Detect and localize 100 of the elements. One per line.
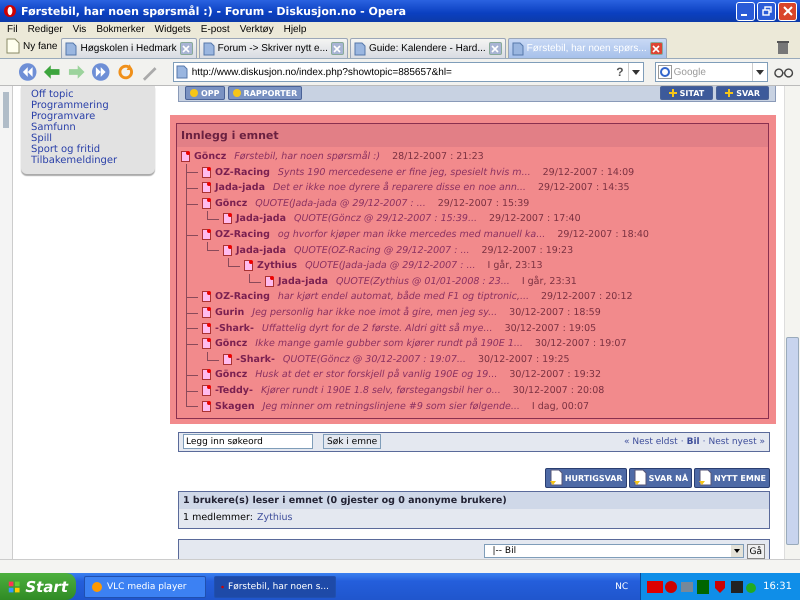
menu-item[interactable]: Fil: [2, 24, 23, 34]
post-action-button[interactable]: SVAR: [716, 86, 769, 100]
post-excerpt[interactable]: Jeg minner om retningslinjene #9 som sier følgende...: [262, 400, 520, 412]
post-action-button[interactable]: RAPPORTER: [228, 86, 302, 100]
post-excerpt[interactable]: QUOTE(Jada-jada @ 29/12-2007 : ...: [305, 260, 476, 272]
post-excerpt[interactable]: Jeg personlig har ikke noe imot å gire, men jeg sy...: [252, 307, 498, 318]
post-author[interactable]: Göncz: [215, 338, 248, 350]
panel-heading: Innlegg i emnet: [177, 124, 768, 147]
back-icon[interactable]: [42, 62, 62, 82]
menu-item[interactable]: Hjelp: [278, 24, 312, 34]
menu-item[interactable]: Verktøy: [234, 24, 279, 34]
rewind-icon[interactable]: [18, 62, 38, 82]
browser-tab[interactable]: Høgskolen i Hedmark: [61, 38, 197, 58]
new-tab-button[interactable]: Ny fane: [4, 37, 60, 58]
post-action-button[interactable]: OPP: [185, 86, 225, 100]
sidebar-link[interactable]: Samfunn: [31, 122, 155, 133]
post-action-button[interactable]: SITAT: [660, 86, 714, 100]
go-button[interactable]: Gå: [746, 544, 765, 559]
post-excerpt[interactable]: og hvorfor kjøper man ikke mercedes med manuell ka...: [278, 229, 546, 240]
post-excerpt[interactable]: Kjører rundt i 190E 1.8 selv, førstegangsbil her o...: [260, 385, 501, 396]
restore-button[interactable]: [757, 2, 776, 20]
post-excerpt[interactable]: Synts 190 mercedesene er fine jeg, spesielt hvis m...: [278, 166, 531, 178]
topic-nav-link[interactable]: Bil: [686, 436, 700, 447]
sidebar-link[interactable]: Sport og fritid: [31, 144, 155, 155]
post-excerpt[interactable]: Ikke mange gamle gubber som kjører rundt på 190E 1...: [255, 338, 523, 350]
close-tab-button[interactable]: [330, 42, 344, 55]
dropdown-icon[interactable]: [752, 63, 767, 81]
start-button[interactable]: Start: [0, 573, 76, 600]
menu-item[interactable]: Rediger: [22, 24, 68, 34]
sidebar-link[interactable]: Tilbakemeldinger: [31, 155, 155, 166]
menu-item[interactable]: Widgets: [150, 24, 196, 34]
taskbar-button[interactable]: VLC media player: [84, 576, 206, 598]
minimize-button[interactable]: [736, 2, 755, 20]
browser-tab[interactable]: Forum -> Skriver nytt e...: [198, 38, 348, 58]
post-author[interactable]: -Shark-: [236, 354, 275, 365]
sidebar-link[interactable]: Off topic: [31, 89, 155, 100]
post-author[interactable]: Gurin: [215, 307, 244, 318]
minimize-icon: [741, 14, 747, 16]
post-author[interactable]: -Shark-: [215, 322, 254, 334]
post-author[interactable]: Jada-jada: [236, 213, 286, 224]
post-date: I dag, 00:07: [532, 400, 590, 412]
tree-line: [249, 274, 261, 283]
search-input[interactable]: Legg inn søkeord: [183, 434, 313, 450]
post-author[interactable]: Göncz: [215, 198, 248, 209]
post-author[interactable]: Zythius: [257, 260, 298, 272]
search-box[interactable]: Google: [654, 62, 768, 82]
address-field[interactable]: http://www.diskusjon.no/index.php?showtopic=885657&hl= ?: [172, 62, 644, 82]
post-author[interactable]: Göncz: [215, 369, 248, 380]
topic-nav-link[interactable]: « Nest eldst: [624, 436, 678, 447]
dropdown-icon[interactable]: [628, 63, 643, 81]
fast-forward-icon[interactable]: [91, 62, 111, 82]
member-link[interactable]: Zythius: [256, 512, 292, 523]
reload-icon[interactable]: [116, 62, 136, 82]
menu-item[interactable]: E-post: [196, 24, 235, 34]
close-tab-button[interactable]: [650, 42, 663, 55]
sidebar-link[interactable]: Spill: [31, 133, 155, 144]
post-author[interactable]: Jada-jada: [215, 182, 265, 194]
post-excerpt[interactable]: Det er ikke noe dyrere å reparere disse en noe ann...: [272, 182, 526, 194]
post-author[interactable]: Jada-jada: [278, 276, 328, 287]
reply-button[interactable]: HURTIGSVAR: [544, 468, 627, 488]
post-author[interactable]: Jada-jada: [236, 244, 286, 256]
post-author[interactable]: Skagen: [215, 400, 255, 412]
post-excerpt[interactable]: Uffattelig dyrt for de 2 første. Aldri gitt så mye...: [262, 322, 493, 334]
post-author[interactable]: Göncz: [194, 151, 226, 162]
topic-nav-link[interactable]: Nest nyest »: [708, 436, 765, 447]
post-excerpt[interactable]: har kjørt endel automat, både med F1 og tiptronic,...: [278, 291, 529, 302]
trash-icon[interactable]: [776, 39, 790, 55]
post-excerpt[interactable]: QUOTE(Zythius @ 01/01-2008 : 23...: [336, 276, 510, 287]
post-date: 28/12-2007 : 21:23: [392, 151, 484, 162]
close-button[interactable]: [778, 2, 797, 20]
close-tab-button[interactable]: [180, 42, 193, 55]
panel-scrollbar[interactable]: [3, 92, 9, 128]
taskbar-button[interactable]: Førstebil, har noen s...: [214, 576, 336, 598]
forum-select[interactable]: |-- Bil: [484, 544, 744, 558]
menu-item[interactable]: Bokmerker: [91, 24, 150, 34]
post-excerpt[interactable]: QUOTE(Göncz @ 29/12-2007 : 15:39...: [294, 213, 478, 224]
post-excerpt[interactable]: QUOTE(Jada-jada @ 29/12-2007 : ...: [255, 198, 426, 209]
menu-item[interactable]: Vis: [68, 24, 92, 34]
reply-button[interactable]: NYTT EMNE: [694, 468, 770, 488]
post-author[interactable]: OZ-Racing: [215, 166, 270, 178]
search-button[interactable]: Søk i emne: [323, 434, 382, 450]
language-indicator[interactable]: NC: [615, 582, 628, 592]
post-author[interactable]: OZ-Racing: [215, 291, 270, 302]
tray-icons-drawing[interactable]: [647, 580, 758, 594]
sidebar-link[interactable]: Programmering: [31, 100, 155, 111]
document-icon: [632, 469, 647, 487]
post-excerpt[interactable]: QUOTE(OZ-Racing @ 29/12-2007 : ...: [294, 244, 470, 256]
post-author[interactable]: -Teddy-: [215, 385, 253, 396]
post-excerpt[interactable]: Førstebil, har noen spørsmål :): [234, 151, 380, 162]
sidebar-link[interactable]: Programvare: [31, 111, 155, 122]
clock: 16:31: [763, 581, 792, 592]
reply-button[interactable]: SVAR NÅ: [628, 468, 692, 488]
browser-tab[interactable]: Guide: Kalendere - Hard...: [350, 38, 506, 58]
page-scrollbar[interactable]: [786, 337, 799, 545]
document-icon: [698, 469, 712, 487]
help-text: ?: [616, 65, 624, 79]
post-excerpt[interactable]: Husk at det er stor forskjell på vanlig 190E og 19...: [255, 369, 498, 380]
post-author[interactable]: OZ-Racing: [215, 229, 270, 240]
post-excerpt[interactable]: QUOTE(Göncz @ 30/12-2007 : 19:07...: [282, 354, 466, 365]
close-tab-button[interactable]: [488, 42, 502, 55]
